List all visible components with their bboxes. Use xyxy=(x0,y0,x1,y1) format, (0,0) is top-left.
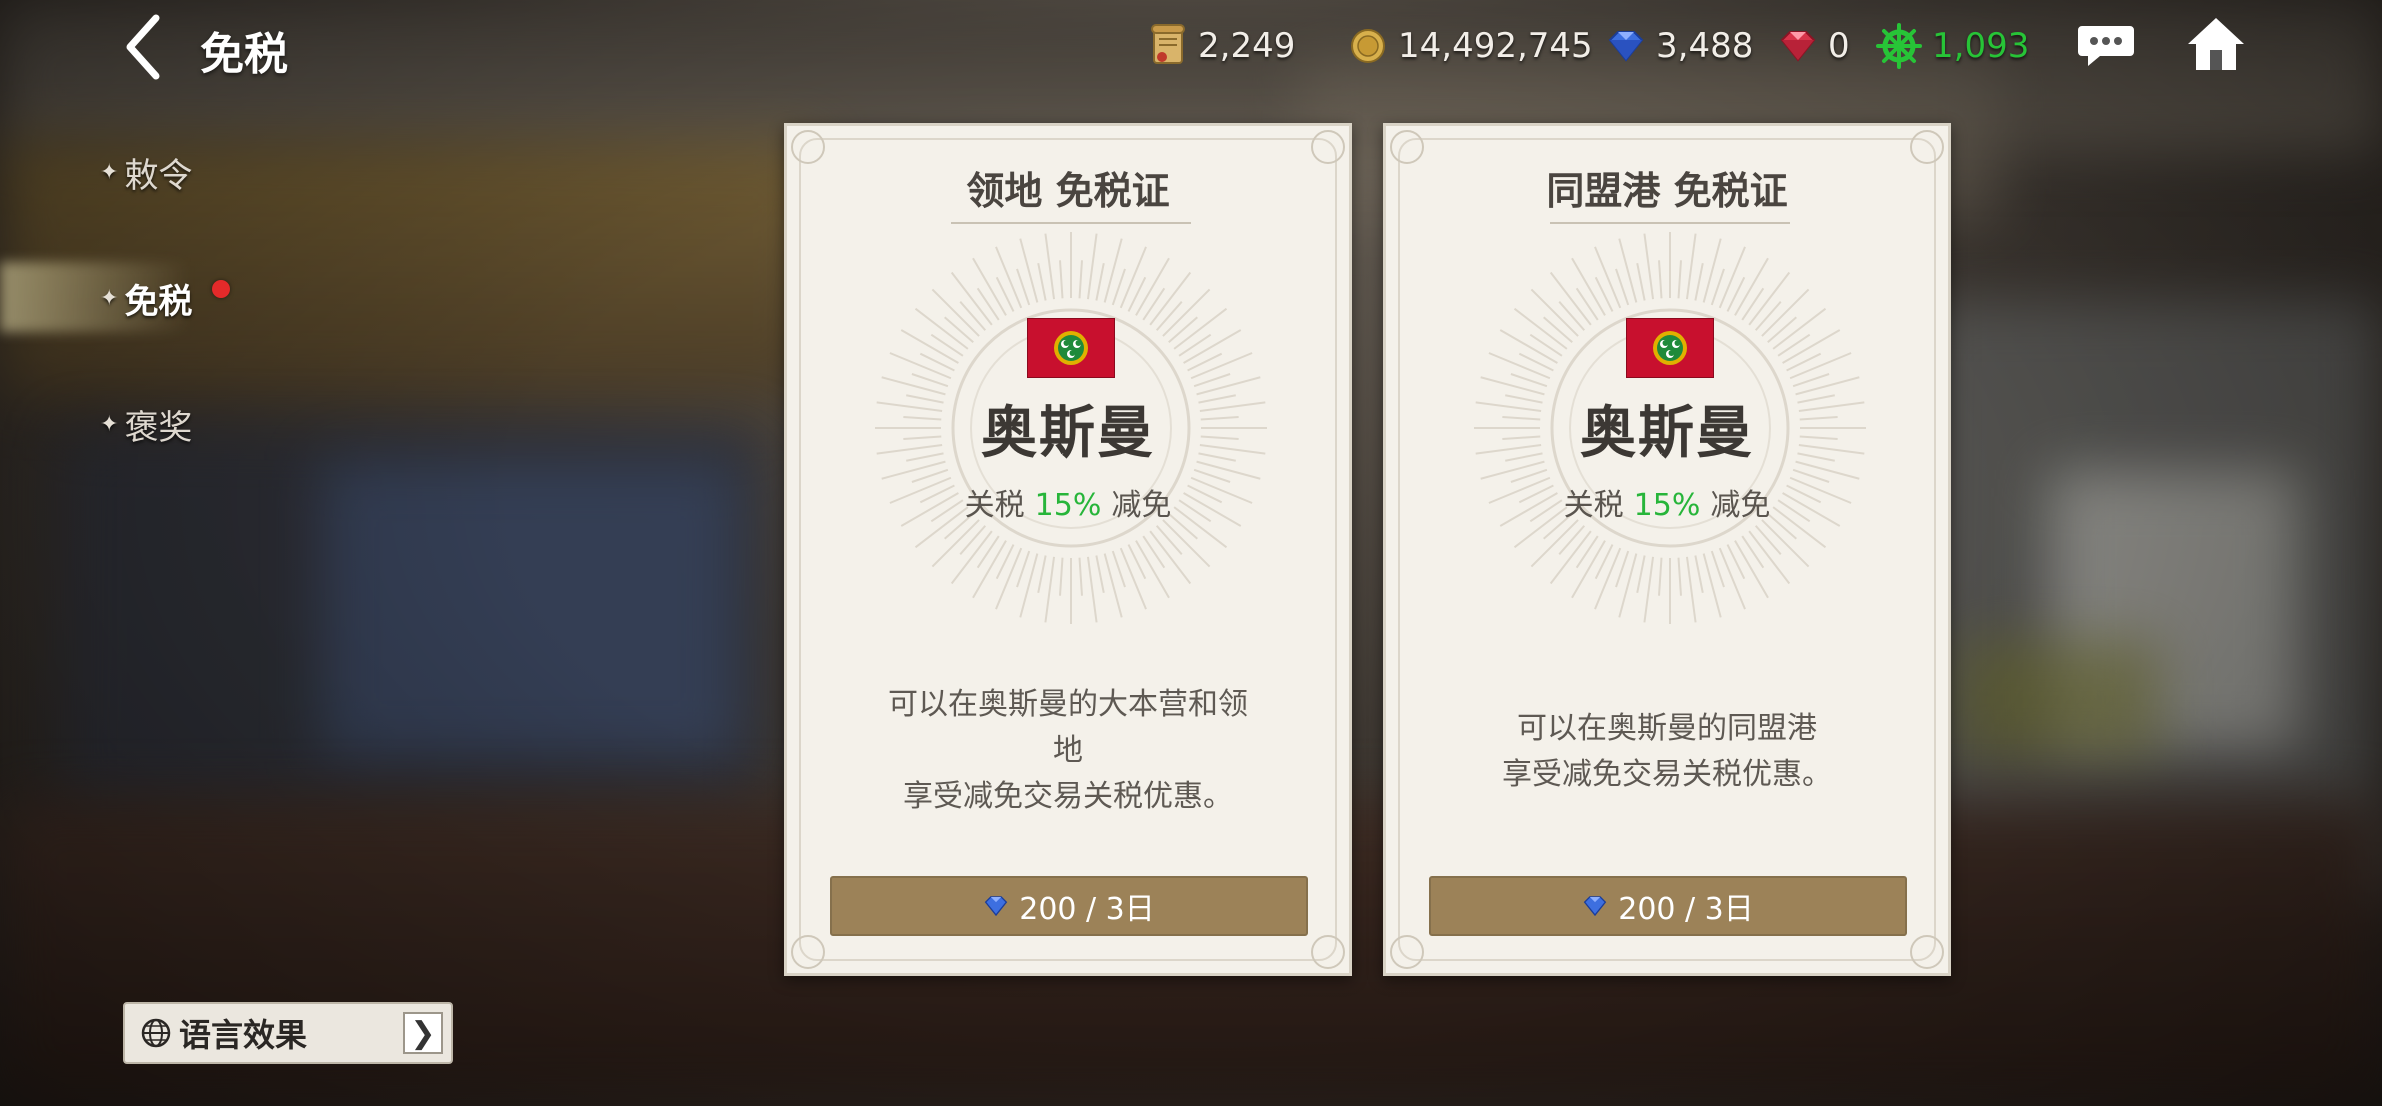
sidebar-item-tax-exempt[interactable]: ✦ 免税 xyxy=(100,268,192,328)
price-label: 200 / 3日 xyxy=(1019,892,1155,927)
notification-dot xyxy=(212,280,230,298)
home-button[interactable] xyxy=(2184,12,2248,76)
sidebar-item-reward[interactable]: ✦ 褒奖 xyxy=(100,394,192,454)
duty-prefix: 关税 xyxy=(964,488,1025,523)
gold-coin-icon xyxy=(1348,24,1388,68)
buy-button[interactable]: 200 / 3日 xyxy=(1429,876,1907,936)
sidebar-item-label: 敕令 xyxy=(124,155,193,196)
card-description: 可以在奥斯曼的大本营和领 地 享受减免交易关税优惠。 xyxy=(847,682,1289,820)
ship-wheel-count: 1,093 xyxy=(1932,26,2030,66)
star-bullet-icon: ✦ xyxy=(100,159,119,185)
description-line: 可以在奥斯曼的大本营和领 xyxy=(888,687,1248,722)
gold-count: 14,492,745 xyxy=(1398,26,1593,66)
star-bullet-icon: ✦ xyxy=(100,411,119,437)
title-divider xyxy=(951,222,1191,224)
nation-name: 奥斯曼 xyxy=(981,401,1155,466)
red-gem-icon xyxy=(1778,24,1818,68)
language-effect-button[interactable]: 语言效果 ❯ xyxy=(123,1002,453,1064)
blue-gem-count: 3,488 xyxy=(1656,26,1754,66)
blue-gem-icon xyxy=(983,895,1009,917)
resource-blue-gem[interactable]: 3,488 xyxy=(1606,18,1753,74)
tax-certificate-card-territory: 领地 免税证 奥斯曼 关税 15% 减免 可以在奥斯曼的大本营和领 地 享受减免交易… xyxy=(784,123,1352,976)
duty-percent: 15% xyxy=(1034,488,1102,523)
nation-name: 奥斯曼 xyxy=(1580,401,1754,466)
duty-reduction: 关税 15% 减免 xyxy=(1386,480,1948,524)
scroll-icon xyxy=(1148,24,1188,68)
description-line: 可以在奥斯曼的同盟港 xyxy=(1517,711,1817,746)
title-divider xyxy=(1550,222,1790,224)
sidebar-item-label: 褒奖 xyxy=(124,407,193,448)
language-effect-label: 语言效果 xyxy=(179,1016,308,1054)
buy-button[interactable]: 200 / 3日 xyxy=(830,876,1308,936)
blue-gem-icon xyxy=(1582,895,1608,917)
duty-reduction: 关税 15% 减免 xyxy=(787,480,1349,524)
page-title: 免税 xyxy=(200,29,288,80)
chat-button[interactable] xyxy=(2074,12,2138,76)
home-icon xyxy=(2188,18,2244,70)
ottoman-flag-icon xyxy=(1027,318,1115,378)
card-title: 领地 免税证 xyxy=(966,169,1170,213)
star-bullet-icon: ✦ xyxy=(100,285,119,311)
chat-bubble-icon xyxy=(2078,26,2134,66)
resource-red-gem[interactable]: 0 xyxy=(1778,18,1850,74)
duty-prefix: 关税 xyxy=(1563,488,1624,523)
duty-suffix: 减免 xyxy=(1710,488,1771,523)
resource-scroll[interactable]: 2,249 xyxy=(1148,18,1295,74)
chevron-right-icon: ❯ xyxy=(403,1012,443,1054)
red-gem-count: 0 xyxy=(1828,26,1850,66)
description-line: 享受减免交易关税优惠。 xyxy=(903,779,1233,814)
card-title: 同盟港 免税证 xyxy=(1546,169,1788,213)
resource-gold[interactable]: 14,492,745 xyxy=(1348,18,1593,74)
scroll-count: 2,249 xyxy=(1198,26,1296,66)
card-description: 可以在奥斯曼的同盟港 享受减免交易关税优惠。 xyxy=(1446,706,1888,798)
description-line: 享受减免交易关税优惠。 xyxy=(1502,757,1832,792)
blue-gem-icon xyxy=(1606,24,1646,68)
price-label: 200 / 3日 xyxy=(1618,892,1754,927)
chevron-left-icon xyxy=(126,14,160,80)
description-line: 地 xyxy=(1053,733,1083,768)
tax-certificate-card-allied-port: 同盟港 免税证 奥斯曼 关税 15% 减免 可以在奥斯曼的同盟港 享受减免交易关税优… xyxy=(1383,123,1951,976)
sidebar-item-label: 免税 xyxy=(124,281,193,322)
ship-wheel-icon xyxy=(1876,23,1922,69)
sidebar-item-edict[interactable]: ✦ 敕令 xyxy=(100,142,192,202)
back-button[interactable] xyxy=(118,12,178,82)
duty-percent: 15% xyxy=(1633,488,1701,523)
resource-ship-wheel[interactable]: 1,093 xyxy=(1876,18,2029,74)
duty-suffix: 减免 xyxy=(1111,488,1172,523)
ottoman-flag-icon xyxy=(1626,318,1714,378)
globe-icon xyxy=(141,1018,171,1048)
